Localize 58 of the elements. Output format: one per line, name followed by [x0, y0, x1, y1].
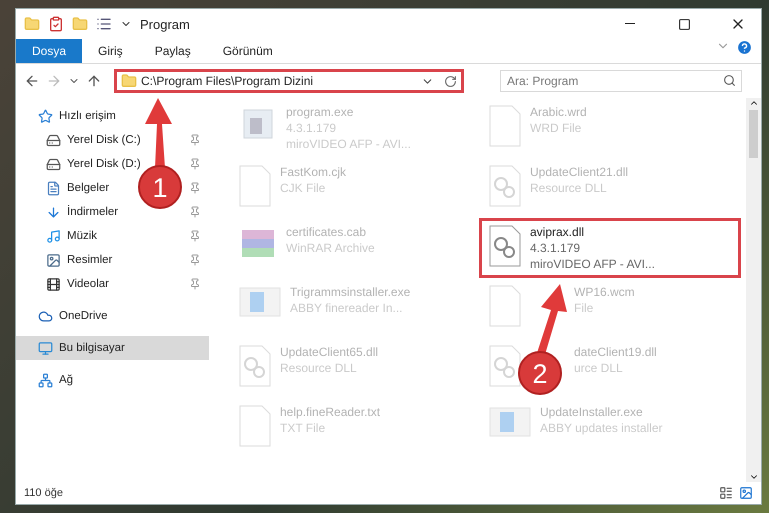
gear-file-icon	[488, 224, 522, 268]
minimize-icon	[625, 23, 635, 25]
sidebar-item[interactable]: Hızlı erişim	[59, 110, 116, 122]
sidebar-item[interactable]: Yerel Disk (D:)	[67, 158, 141, 170]
file-icon	[238, 404, 272, 448]
ribbon-tab[interactable]: Giriş	[82, 39, 139, 63]
file-detail: 4.3.1.179	[530, 240, 582, 256]
cloud-icon	[38, 308, 53, 324]
file-name[interactable]: aviprax.dll	[530, 224, 655, 240]
picture-icon	[46, 252, 61, 268]
refresh-icon[interactable]	[444, 74, 457, 88]
properties-icon[interactable]	[48, 16, 64, 32]
download-icon	[46, 204, 61, 220]
up-button[interactable]	[86, 73, 102, 89]
ribbon-tab[interactable]: Dosya	[16, 39, 82, 63]
sidebar-item[interactable]: OneDrive	[59, 310, 108, 322]
file-icon	[488, 284, 522, 328]
sidebar-item[interactable]: Ağ	[59, 374, 74, 386]
sidebar-item[interactable]: İndirmeler	[67, 206, 118, 218]
gear-file-icon	[488, 344, 522, 388]
file-detail: miroVIDEO AFP - AVI...	[530, 256, 655, 272]
ribbon-tab[interactable]: Görünüm	[206, 39, 289, 63]
document-icon	[46, 180, 61, 196]
large-icons-view-icon[interactable]	[739, 486, 753, 500]
details-view-icon[interactable]	[719, 486, 733, 500]
scrollbar[interactable]	[746, 98, 761, 482]
sidebar-item[interactable]: Resimler	[67, 254, 112, 266]
file-icon	[238, 164, 272, 208]
step-badge: 2	[518, 351, 562, 395]
address-bar[interactable]: C:\Program Files\Program Dizini	[114, 69, 464, 93]
sidebar-item[interactable]: Belgeler	[67, 182, 110, 194]
gear-file-icon	[488, 164, 522, 208]
folder-icon	[121, 73, 137, 89]
file-icon	[488, 104, 522, 148]
network-icon	[38, 372, 53, 388]
sidebar-item[interactable]: Bu bilgisayar	[59, 342, 125, 354]
sidebar-item[interactable]: Videolar	[67, 278, 109, 290]
drive-icon	[46, 132, 61, 148]
window-title: Program	[140, 16, 191, 32]
monitor-icon	[38, 340, 53, 356]
star-icon	[38, 108, 53, 124]
sidebar-item[interactable]: Müzik	[67, 230, 98, 242]
gear-file-icon	[238, 344, 272, 388]
film-icon	[46, 276, 61, 292]
address-path: C:\Program Files\Program Dizini	[140, 74, 314, 88]
annotation-arrow	[145, 98, 172, 168]
ribbon-tab[interactable]: Paylaş	[138, 39, 207, 63]
search-field[interactable]: Ara: Program	[500, 70, 742, 92]
search-icon	[723, 74, 736, 87]
list-icon[interactable]	[96, 16, 112, 32]
item-count: 110 öğe	[24, 487, 63, 499]
help-icon	[736, 39, 753, 56]
back-button[interactable]	[24, 73, 40, 89]
maximize-icon	[678, 18, 690, 30]
scroll-thumb[interactable]	[749, 110, 758, 158]
sidebar-item[interactable]: Yerel Disk (C:)	[67, 134, 141, 146]
music-note-icon	[46, 228, 61, 244]
drive-icon	[46, 156, 61, 172]
